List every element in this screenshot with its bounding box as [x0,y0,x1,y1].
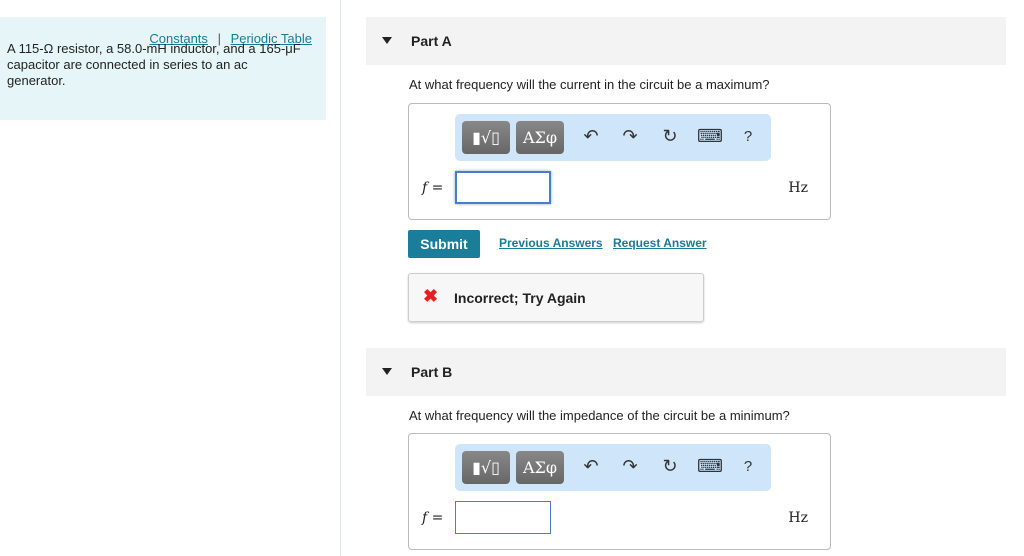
part-b-answer-box: ▮√▯ ΑΣφ ↶ ↷ ↻ ⌨ ? f = Hz [408,433,831,550]
answer-input[interactable] [455,171,551,204]
part-a-question: At what frequency will the current in th… [409,77,770,92]
math-toolbar: ▮√▯ ΑΣφ ↶ ↷ ↻ ⌨ ? [455,444,771,491]
redo-icon[interactable]: ↷ [618,456,642,477]
unit-label: Hz [788,510,808,526]
redo-icon[interactable]: ↷ [618,126,642,147]
part-b-header[interactable]: Part B [366,348,1006,396]
problem-text: A 115-Ω resistor, a 58.0-mH inductor, an… [7,41,301,88]
variable-label: f = [422,180,444,196]
answer-input[interactable] [455,501,551,534]
collapse-triangle-icon[interactable] [382,368,392,375]
feedback-box: ✖ Incorrect; Try Again [408,273,704,322]
templates-button[interactable]: ▮√▯ [462,121,510,154]
help-icon[interactable]: ? [736,458,760,475]
collapse-triangle-icon[interactable] [382,37,392,44]
reset-icon[interactable]: ↻ [658,456,682,477]
part-a-header[interactable]: Part A [366,17,1006,65]
part-a-label: Part A [411,33,452,49]
divider [340,0,341,556]
part-b-label: Part B [411,364,453,380]
previous-answers-link[interactable]: Previous Answers [499,236,603,250]
keyboard-icon[interactable]: ⌨ [697,126,723,147]
math-toolbar: ▮√▯ ΑΣφ ↶ ↷ ↻ ⌨ ? [455,114,771,161]
feedback-text: Incorrect; Try Again [454,290,586,306]
reset-icon[interactable]: ↻ [658,126,682,147]
greek-symbols-button[interactable]: ΑΣφ [516,121,564,154]
templates-button[interactable]: ▮√▯ [462,451,510,484]
submit-button[interactable]: Submit [408,230,480,258]
help-icon[interactable]: ? [736,128,760,145]
incorrect-x-icon: ✖ [423,286,439,306]
part-b-question: At what frequency will the impedance of … [409,408,790,423]
variable-label: f = [422,510,444,526]
undo-icon[interactable]: ↶ [579,126,603,147]
unit-label: Hz [788,180,808,196]
undo-icon[interactable]: ↶ [579,456,603,477]
greek-symbols-button[interactable]: ΑΣφ [516,451,564,484]
keyboard-icon[interactable]: ⌨ [697,456,723,477]
part-a-answer-box: ▮√▯ ΑΣφ ↶ ↷ ↻ ⌨ ? f = Hz [408,103,831,220]
request-answer-link[interactable]: Request Answer [613,236,707,250]
